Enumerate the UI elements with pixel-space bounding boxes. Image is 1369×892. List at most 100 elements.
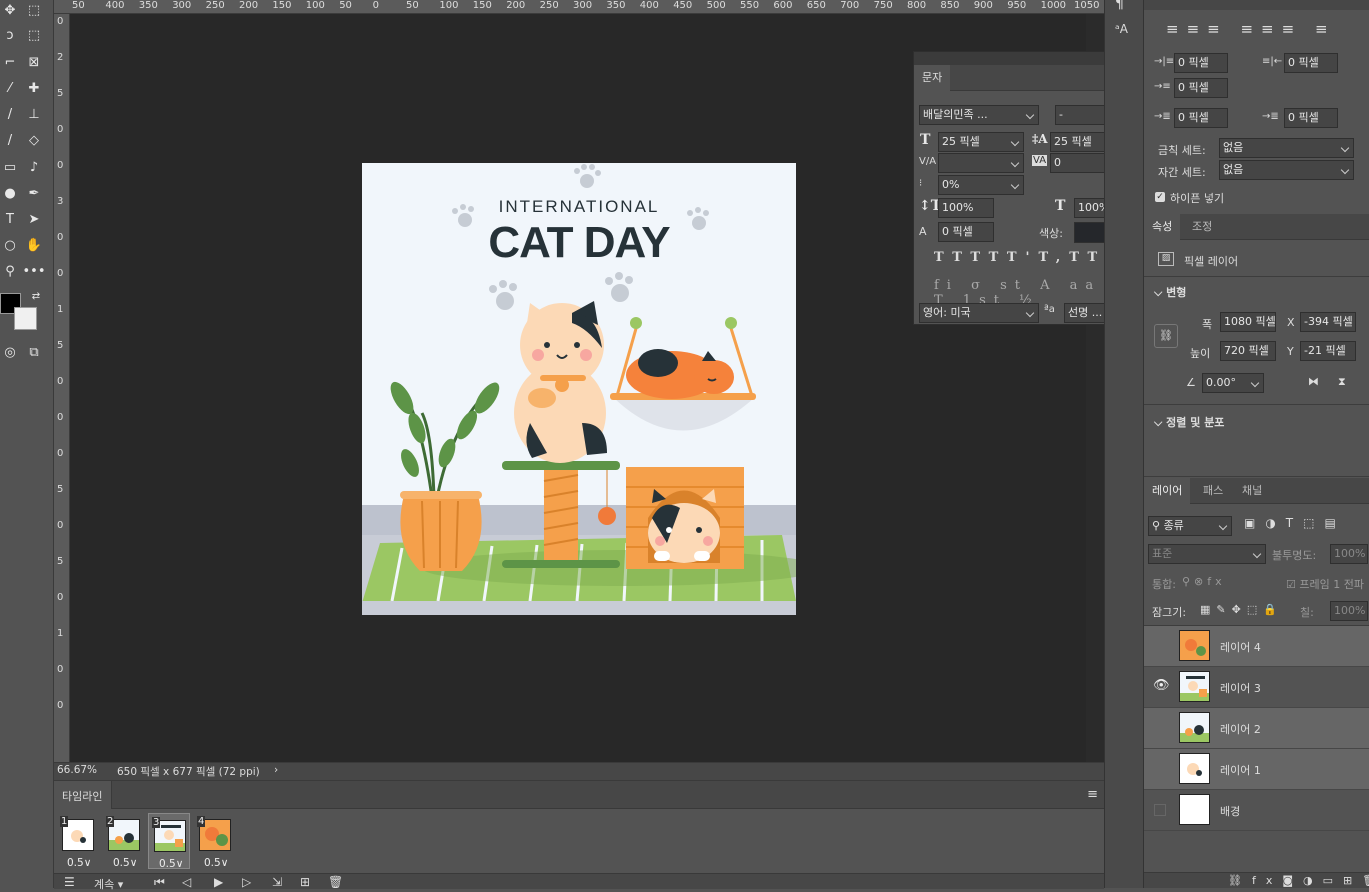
unify-icons[interactable]: ⚲⊗fx	[1182, 575, 1226, 588]
font-size-field[interactable]: 25 픽셀	[938, 132, 1024, 152]
tab-channels[interactable]: 채널	[1234, 478, 1270, 504]
healing-brush-icon[interactable]: ✚	[24, 78, 44, 98]
kinsoku-select[interactable]: 없음	[1219, 138, 1354, 158]
crop-tool-icon[interactable]: ⌐	[0, 52, 20, 72]
character-tab[interactable]: 문자	[914, 65, 950, 91]
visibility-toggle[interactable]	[1154, 722, 1166, 734]
layer-filter-icons[interactable]: ▣◑T⬚▤	[1244, 516, 1346, 530]
height-field[interactable]: 720 픽셀	[1220, 341, 1276, 361]
layer-row[interactable]: 레이어 2	[1144, 708, 1369, 749]
mojikumi-select[interactable]: 없음	[1219, 160, 1354, 180]
fill-field[interactable]: 100%	[1330, 601, 1368, 621]
frame-duration[interactable]: 0.5∨	[67, 857, 91, 869]
zoom-level[interactable]: 66.67%	[57, 764, 97, 776]
pen-tool-icon[interactable]: ✒	[24, 183, 44, 203]
quick-mask-icon[interactable]: ◎	[0, 342, 20, 362]
ellipse-tool-icon[interactable]: ○	[0, 235, 20, 255]
timeline-frame-1[interactable]: 1 0.5∨	[57, 813, 99, 869]
delete-frame-icon[interactable]: 🗑	[328, 875, 343, 889]
object-select-tool-icon[interactable]: ⬚	[24, 25, 44, 45]
font-family-select[interactable]: 배달의민족 ...	[919, 105, 1039, 125]
width-field[interactable]: 1080 픽셀	[1220, 312, 1276, 332]
hyphenate-checkbox[interactable]: ✓	[1155, 192, 1165, 202]
frame-duration[interactable]: 0.5∨	[113, 857, 137, 869]
transform-header[interactable]: ⌵ 변형	[1154, 284, 1186, 300]
tab-adjustments[interactable]: 조정	[1184, 214, 1220, 240]
zoom-tool-icon[interactable]: ⚲	[0, 261, 20, 281]
frame-duration[interactable]: 0.5∨	[159, 858, 183, 870]
paragraph-panel-icon[interactable]: ¶	[1115, 0, 1124, 12]
tab-layers[interactable]: 레이어	[1144, 478, 1191, 504]
layer-row[interactable]: 배경	[1144, 790, 1369, 831]
layer-name[interactable]: 레이어 1	[1220, 762, 1261, 778]
layer-name[interactable]: 배경	[1220, 803, 1240, 819]
convert-timeline-icon[interactable]: ☰	[64, 875, 75, 889]
tab-paths[interactable]: 패스	[1195, 478, 1231, 504]
gradient-tool-icon[interactable]: ▭	[0, 157, 20, 177]
stamp-tool-icon[interactable]: ⊥	[24, 104, 44, 124]
document-canvas[interactable]: INTERNATIONAL CAT DAY	[362, 163, 822, 615]
hand-tool-icon[interactable]: ✋	[24, 235, 44, 255]
visibility-toggle[interactable]	[1154, 804, 1166, 816]
lock-icons[interactable]: ▦✎✥⬚🔒	[1200, 603, 1283, 616]
space-before-field[interactable]: 0 픽셀	[1174, 108, 1228, 128]
tsume-field[interactable]: 0%	[938, 175, 1024, 195]
screen-mode-icon[interactable]: ⧉	[24, 342, 44, 362]
eyedropper-tool-icon[interactable]: ⁄	[0, 78, 20, 98]
tween-icon[interactable]: ⇲	[272, 875, 282, 889]
timeline-frame-4[interactable]: 4 0.5∨	[194, 813, 236, 869]
kerning-field[interactable]	[938, 153, 1024, 173]
visibility-toggle[interactable]	[1154, 640, 1166, 652]
eye-icon[interactable]: 👁	[1153, 678, 1170, 693]
paragraph-align-buttons[interactable]: ≡≡≡ ≡≡≡ ≡	[1166, 20, 1336, 38]
opacity-field[interactable]: 100%	[1330, 544, 1368, 564]
vertical-scale-field[interactable]: 100%	[938, 198, 994, 218]
blend-mode-select[interactable]: 표준	[1148, 544, 1266, 564]
align-distribute-header[interactable]: ⌵ 정렬 및 분포	[1154, 414, 1224, 430]
layer-filter-select[interactable]: ⚲ 종류	[1148, 516, 1232, 536]
more-tools-icon[interactable]: •••	[23, 261, 46, 281]
history-brush-icon[interactable]: /	[0, 130, 20, 150]
loop-select[interactable]: 계속 ▾	[94, 876, 123, 892]
background-color-swatch[interactable]	[14, 307, 37, 330]
tab-properties[interactable]: 속성	[1144, 214, 1181, 240]
indent-left-field[interactable]: 0 픽셀	[1174, 53, 1228, 73]
smudge-tool-icon[interactable]: ♪	[24, 157, 44, 177]
space-after-field[interactable]: 0 픽셀	[1284, 108, 1338, 128]
character-panel-icon[interactable]: ᵃA	[1115, 22, 1128, 36]
timeline-frame-3[interactable]: 3 0.5∨	[148, 813, 190, 870]
play-icon[interactable]: ▶	[214, 875, 223, 889]
layer-row[interactable]: 👁 레이어 3	[1144, 667, 1369, 708]
layer-row[interactable]: 레이어 1	[1144, 749, 1369, 790]
swap-colors-icon[interactable]: ⇄	[26, 286, 46, 306]
propagate-label[interactable]: ☑ 프레임 1 전파	[1286, 576, 1364, 592]
panel-menu-icon[interactable]: ≡	[1087, 787, 1098, 802]
type-style-buttons[interactable]: TTTTT'T,TT	[934, 250, 1129, 268]
type-tool-icon[interactable]: T	[0, 209, 20, 229]
baseline-shift-field[interactable]: 0 픽셀	[938, 222, 994, 242]
angle-field[interactable]: 0.00°	[1202, 373, 1264, 393]
flip-vertical-icon[interactable]: ⧗	[1338, 375, 1346, 389]
language-select[interactable]: 영어: 미국	[919, 303, 1039, 323]
y-field[interactable]: -21 픽셀	[1300, 341, 1356, 361]
indent-first-field[interactable]: 0 픽셀	[1174, 78, 1228, 98]
brush-tool-icon[interactable]: /	[0, 104, 20, 124]
previous-frame-icon[interactable]: ◁	[182, 875, 191, 889]
frame-duration[interactable]: 0.5∨	[204, 857, 228, 869]
dodge-tool-icon[interactable]: ●	[0, 183, 20, 203]
indent-right-field[interactable]: 0 픽셀	[1284, 53, 1338, 73]
eraser-tool-icon[interactable]: ◇	[24, 130, 44, 150]
duplicate-frame-icon[interactable]: ⊞	[300, 875, 310, 889]
status-arrow-icon[interactable]: ›	[274, 764, 278, 776]
lasso-tool-icon[interactable]: ↄ	[0, 25, 20, 45]
visibility-toggle[interactable]	[1154, 763, 1166, 775]
layer-name[interactable]: 레이어 3	[1220, 680, 1261, 696]
timeline-frame-2[interactable]: 2 0.5∨	[103, 813, 145, 869]
opentype-buttons[interactable]: fi σ st A aa T 1st ½	[934, 278, 1129, 308]
timeline-tab[interactable]: 타임라인	[62, 788, 102, 804]
layer-actions-icons[interactable]: ⛓fx◙◑▭⊞🗑	[1228, 874, 1369, 887]
move-tool-icon[interactable]: ✥	[0, 0, 20, 20]
layer-name[interactable]: 레이어 2	[1220, 721, 1261, 737]
next-frame-icon[interactable]: ▷	[242, 875, 251, 889]
marquee-tool-icon[interactable]: ⬚	[24, 0, 44, 20]
